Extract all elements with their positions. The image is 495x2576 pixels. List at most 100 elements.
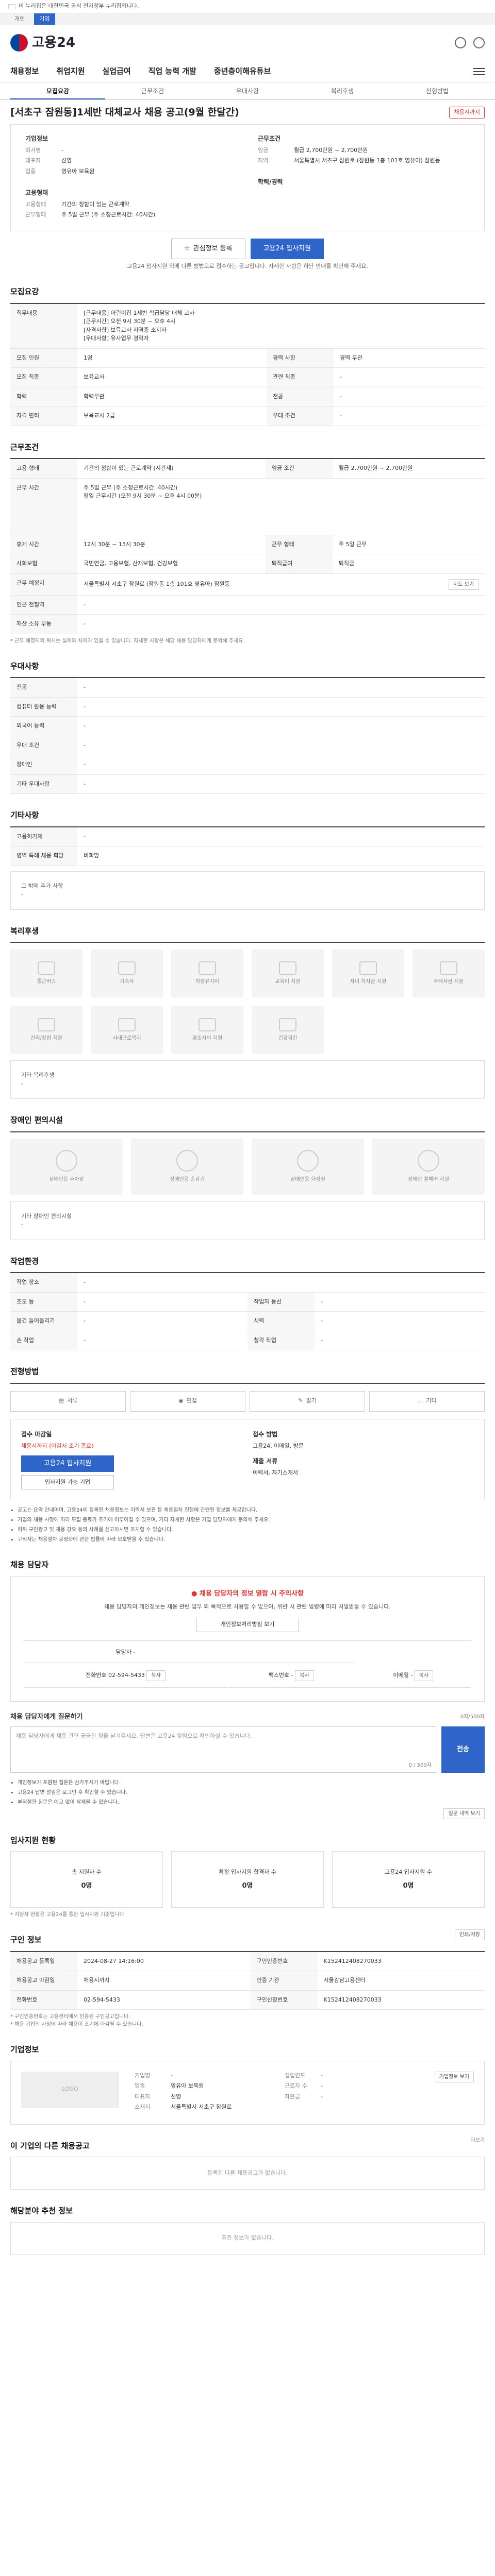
table-key: 시력 bbox=[248, 1311, 315, 1331]
copy-phone-button[interactable]: 복사 bbox=[146, 1670, 166, 1681]
tab-prefer[interactable]: 우대사항 bbox=[200, 82, 295, 99]
stat-card: 고용24 입사지원 수 0명 bbox=[332, 1851, 485, 1908]
search-icon[interactable] bbox=[473, 37, 485, 48]
manager-section-title: 채용 담당자 bbox=[10, 1560, 49, 1569]
table-key: 근무 형태 bbox=[265, 535, 333, 554]
apply-button-2[interactable]: 고용24 입사지원 bbox=[21, 1455, 114, 1472]
company-value: 선영 bbox=[171, 2093, 182, 2100]
company-value: 영유아 보육원 bbox=[171, 2082, 204, 2089]
tab-recruit[interactable]: 모집요강 bbox=[10, 82, 105, 99]
table-value: 주 5일 근무 bbox=[332, 535, 485, 554]
summary-value: - bbox=[61, 146, 63, 154]
table-key: 자격 면허 bbox=[10, 406, 77, 426]
environment-section-title: 작업환경 bbox=[10, 1256, 39, 1266]
table-value: 채용시까지 bbox=[77, 1971, 251, 1991]
apply-button[interactable]: 고용24 입사지원 bbox=[250, 238, 324, 259]
recruit-table: 직무내용 [근무내용] 어린이집 1세반 학급담당 대체 교사 [근무시간] 오전… bbox=[10, 302, 485, 426]
company-box: LOGO 기업명 - 업종 영유아 보육원 대표자 선영 소재지 서울특별시 서초구 잠… bbox=[10, 2060, 485, 2125]
table-value: - bbox=[77, 1311, 248, 1331]
menu-icon[interactable] bbox=[473, 67, 485, 75]
company-info-button[interactable]: 기업정보 보기 bbox=[434, 2071, 474, 2082]
summary-value: 서울특별시 서초구 잠원로 (잠원동 1층 101호 영유아) 잠원동 bbox=[294, 157, 440, 164]
tab-work[interactable]: 근무조건 bbox=[105, 82, 200, 99]
site-logo[interactable]: 고용24 bbox=[10, 33, 75, 53]
map-button[interactable]: 지도 보기 bbox=[449, 579, 478, 590]
table-value: - bbox=[333, 406, 485, 426]
table-value: - bbox=[333, 367, 485, 387]
table-value: 02-594-5433 bbox=[77, 1990, 251, 2010]
table-key: 물건 들어올리기 bbox=[10, 1311, 77, 1331]
contact-value: 02-594-5433 bbox=[108, 1672, 145, 1679]
etc-extra-box: 그 밖에 추가 사항 - bbox=[10, 871, 485, 910]
gift-icon bbox=[199, 1018, 216, 1031]
notice-item: 부적절한 질문은 예고 없이 삭제될 수 있습니다. bbox=[18, 1799, 485, 1806]
table-key: 작업자 동선 bbox=[248, 1292, 315, 1312]
disability-grid: 장애인용 주차장 장애인용 승강기 장애인용 화장실 장애인 휠체어 지원 bbox=[10, 1138, 485, 1195]
privacy-button[interactable]: 개인정보처리방침 보기 bbox=[196, 1617, 299, 1632]
subnav-personal[interactable]: 개인 bbox=[14, 15, 25, 24]
etc-section-title: 기타사항 bbox=[10, 810, 39, 820]
question-history-button[interactable]: 질문 내역 보기 bbox=[443, 1808, 485, 1819]
tab-welfare[interactable]: 복리후생 bbox=[295, 82, 390, 99]
house-icon bbox=[440, 961, 457, 975]
scrap-button[interactable]: ☆ 관심정보 등록 bbox=[171, 238, 245, 259]
table-key: 우대 조건 bbox=[10, 736, 77, 755]
nav-support[interactable]: 취업지원 bbox=[56, 65, 85, 77]
welfare-other-box: 기타 복리후생 - bbox=[10, 1060, 485, 1099]
environment-table: 작업 장소 - 조도 등 - 작업자 동선 - 물건 들어올리기 - 시력 - 손 작업 - 청각… bbox=[10, 1272, 485, 1350]
send-button[interactable]: 전송 bbox=[441, 1726, 485, 1773]
process-section-title: 전형방법 bbox=[10, 1367, 39, 1376]
table-value: 보육교사 bbox=[77, 367, 267, 387]
etc-extra-value: - bbox=[21, 891, 23, 897]
table-value: - bbox=[77, 774, 485, 794]
recommend-empty: 추천 정보가 없습니다. bbox=[10, 2222, 485, 2255]
health-icon bbox=[279, 1018, 296, 1031]
nav-jobs[interactable]: 채용정보 bbox=[10, 65, 39, 77]
briefcase-icon bbox=[38, 1018, 55, 1031]
recruit-section-title: 모집요강 bbox=[10, 287, 39, 296]
disability-item: 장애인용 승강기 bbox=[131, 1138, 243, 1195]
table-key: 학력 bbox=[10, 387, 77, 406]
question-notes: 개인정보가 포함된 질문은 삼가주시기 바랍니다. 고용24 답변 알림은 로그… bbox=[18, 1779, 485, 1806]
process-step: … 기타 bbox=[369, 1391, 485, 1412]
nav-youtube[interactable]: 중년층이해유튜브 bbox=[214, 65, 271, 77]
summary-value: 선영 bbox=[61, 157, 72, 164]
table-key: 경력 사항 bbox=[266, 348, 334, 368]
apply-available-button[interactable]: 입사지원 가능 기업 bbox=[21, 1475, 114, 1489]
process-notices: 공고는 요약 안내이며, 고용24에 등록된 채용정보는 이력서 보관 등 채용… bbox=[18, 1506, 485, 1544]
gov-banner: 이 누리집은 대한민국 공식 전자정부 누리집입니다. bbox=[0, 0, 495, 13]
nav-training[interactable]: 직업 능력 개발 bbox=[148, 65, 196, 77]
question-input[interactable]: 채용 담당자에게 채용 관련 궁금한 점을 남겨주세요. 답변은 고용24 알림… bbox=[10, 1726, 436, 1773]
others-more-link[interactable]: 더보기 bbox=[470, 2137, 485, 2144]
stat-label: 총 지원자 수 bbox=[72, 1869, 102, 1875]
print-button[interactable]: 인쇄/저장 bbox=[454, 1929, 485, 1940]
welfare-item: 기숙사 bbox=[91, 949, 163, 997]
question-counter: 0 / 500자 bbox=[408, 1762, 432, 1768]
contact-key: 담당자 bbox=[116, 1648, 131, 1655]
welfare-item-label: 주택자금 지원 bbox=[433, 978, 464, 985]
table-value: - bbox=[77, 614, 485, 634]
contact-key: 이메일 bbox=[393, 1672, 409, 1679]
subnav-business[interactable]: 기업 bbox=[34, 13, 55, 25]
table-key: 관련 직종 bbox=[266, 367, 334, 387]
tab-process[interactable]: 전형방법 bbox=[390, 82, 485, 99]
career-title: 학력/경력 bbox=[258, 178, 283, 185]
user-icon[interactable] bbox=[455, 37, 466, 48]
etc-table: 고용허가제 - 병역 특례 채용 희망 비희망 bbox=[10, 826, 485, 866]
company-value: - bbox=[320, 2093, 323, 2100]
stat-card: 총 지원자 수 0명 bbox=[10, 1851, 163, 1908]
copy-email-button[interactable]: 복사 bbox=[414, 1670, 434, 1681]
welfare-item: 건강검진 bbox=[252, 1006, 324, 1054]
welfare-item-label: 자녀 학자금 지원 bbox=[350, 978, 387, 985]
apply-method-value: 고용24, 이메일, 방문 bbox=[253, 1442, 304, 1449]
summary-key: 대표자 bbox=[25, 157, 41, 164]
table-value: - bbox=[77, 736, 485, 755]
welfare-item-label: 교육비 지원 bbox=[275, 978, 301, 985]
contact-value: - bbox=[133, 1648, 136, 1655]
copy-fax-button[interactable]: 복사 bbox=[295, 1670, 314, 1681]
process-steps: ▤ 서류 ◉ 면접 ✎ 필기 … 기타 bbox=[10, 1391, 485, 1412]
nav-unemployment[interactable]: 실업급여 bbox=[102, 65, 130, 77]
welfare-item-label: 통근버스 bbox=[37, 978, 56, 985]
notice-item: 공고는 요약 안내이며, 고용24에 등록된 채용정보는 이력서 보관 등 채용… bbox=[18, 1506, 485, 1514]
table-key: 구인신청번호 bbox=[250, 1990, 318, 2010]
